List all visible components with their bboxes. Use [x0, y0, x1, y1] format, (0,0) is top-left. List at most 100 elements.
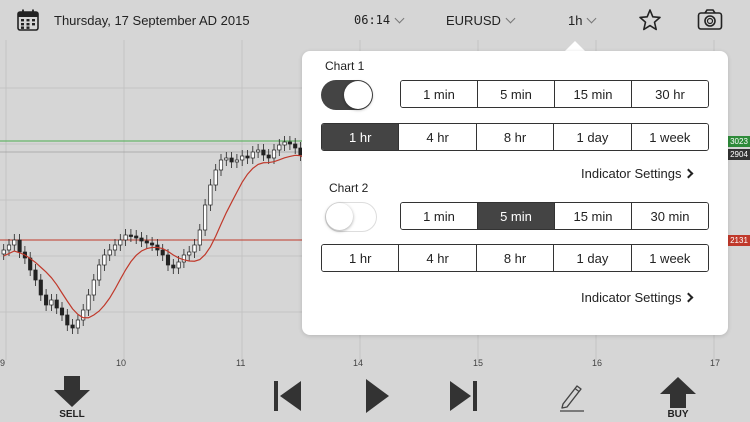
chart2-option-5min[interactable]: 5 min — [478, 203, 555, 229]
indicator-settings-label: Indicator Settings — [581, 166, 682, 181]
time-tick: 15 — [473, 358, 484, 368]
candle — [150, 237, 155, 251]
calendar-icon[interactable] — [16, 0, 40, 40]
candle — [38, 274, 43, 301]
arrow-down-icon — [54, 376, 90, 407]
candle — [203, 199, 208, 236]
star-icon[interactable] — [638, 0, 662, 40]
draw-button[interactable] — [558, 382, 586, 412]
candle — [107, 244, 112, 261]
candle — [44, 289, 49, 311]
symbol-selector[interactable]: EURUSD — [446, 0, 516, 40]
chart1-hour-segments: 1 hr 4 hr 8 hr 1 day 1 week — [321, 123, 709, 151]
candle — [224, 152, 229, 166]
chart1-option-30hr[interactable]: 30 hr — [632, 81, 708, 107]
pencil-icon — [560, 385, 584, 412]
price-tag-red: 2131 — [728, 235, 750, 246]
candle — [261, 144, 266, 161]
indicator-settings-label: Indicator Settings — [581, 290, 682, 305]
candle — [97, 259, 102, 286]
price-tag-current: 2904 — [728, 149, 750, 160]
chart2-option-1hr[interactable]: 1 hr — [322, 245, 400, 271]
chart1-minute-segments: 1 min 5 min 15 min 30 hr — [400, 80, 709, 108]
timeframe-label: 1h — [568, 12, 583, 28]
chart1-option-15min[interactable]: 15 min — [555, 81, 632, 107]
candle — [192, 239, 197, 258]
candle — [91, 274, 96, 301]
candle — [75, 314, 80, 334]
candle — [139, 232, 144, 247]
chart2-option-30min[interactable]: 30 min — [632, 203, 708, 229]
time-tick: 10 — [116, 358, 127, 368]
candle — [33, 264, 38, 286]
candle — [144, 235, 149, 249]
chart1-option-4hr[interactable]: 4 hr — [399, 124, 477, 150]
candle — [171, 259, 176, 274]
popover-arrow — [565, 41, 585, 51]
chart-settings-popover: Chart 1 1 min 5 min 15 min 30 hr 1 hr 4 … — [302, 51, 728, 335]
candle — [12, 234, 17, 251]
candle — [118, 234, 123, 251]
candle — [181, 249, 186, 268]
chevron-right-icon — [684, 168, 694, 179]
chevron-down-icon — [505, 13, 516, 23]
chart1-option-8hr[interactable]: 8 hr — [476, 124, 555, 150]
price-tag-green: 3023 — [728, 136, 750, 147]
toggle-knob — [344, 81, 372, 109]
candle — [293, 138, 298, 154]
candle — [234, 154, 239, 168]
timeframe-selector[interactable]: 1h — [568, 0, 597, 40]
buy-button[interactable]: BUY — [658, 376, 698, 420]
skip-back-button[interactable] — [274, 380, 302, 412]
chart1-option-1hr[interactable]: 1 hr — [322, 124, 400, 150]
candle — [218, 154, 224, 176]
chevron-down-icon — [394, 13, 405, 23]
candle — [17, 234, 22, 258]
candle — [49, 294, 54, 311]
chart2-toggle[interactable] — [325, 202, 377, 232]
candle — [59, 302, 65, 321]
chart1-toggle[interactable] — [321, 80, 373, 110]
candle — [81, 304, 86, 326]
candle — [282, 136, 287, 151]
chart1-option-1week[interactable]: 1 week — [631, 124, 708, 150]
toggle-knob — [326, 203, 353, 230]
sell-button[interactable]: SELL — [52, 376, 92, 420]
chart2-option-1day[interactable]: 1 day — [554, 245, 632, 271]
time-tick: 11 — [236, 358, 246, 368]
candle — [250, 146, 255, 164]
candle — [160, 244, 165, 261]
chart1-indicator-settings-link[interactable]: Indicator Settings — [581, 166, 694, 181]
symbol-label: EURUSD — [446, 12, 501, 28]
play-icon — [366, 379, 389, 413]
buy-label: BUY — [667, 409, 689, 420]
candle — [187, 246, 192, 261]
time-tick: 17 — [710, 358, 721, 368]
date-label: Thursday, 17 September AD 2015 — [54, 12, 250, 28]
candle — [112, 239, 118, 256]
chart1-option-1day[interactable]: 1 day — [554, 124, 632, 150]
time-tick: 16 — [592, 358, 603, 368]
skip-forward-button[interactable] — [449, 380, 477, 412]
candle — [229, 152, 234, 168]
chevron-right-icon — [684, 292, 694, 303]
time-selector[interactable]: 06:14 — [354, 0, 405, 40]
chart2-option-1week[interactable]: 1 week — [631, 245, 708, 271]
sell-label: SELL — [59, 409, 85, 420]
chevron-down-icon — [587, 13, 597, 23]
chart1-option-5min[interactable]: 5 min — [478, 81, 555, 107]
moving-average-line — [3, 154, 307, 319]
camera-icon[interactable] — [697, 0, 723, 40]
time-tick: 9 — [0, 358, 6, 368]
chart1-option-1min[interactable]: 1 min — [401, 81, 478, 107]
candle — [287, 136, 292, 150]
play-button[interactable] — [364, 378, 390, 414]
chart2-indicator-settings-link[interactable]: Indicator Settings — [581, 290, 694, 305]
bottom-toolbar: SELL BUY — [0, 372, 750, 422]
chart2-option-4hr[interactable]: 4 hr — [399, 245, 477, 271]
chart1-label: Chart 1 — [325, 59, 365, 73]
candle — [256, 144, 261, 158]
chart2-option-15min[interactable]: 15 min — [555, 203, 632, 229]
chart2-option-8hr[interactable]: 8 hr — [476, 245, 555, 271]
chart2-option-1min[interactable]: 1 min — [401, 203, 478, 229]
